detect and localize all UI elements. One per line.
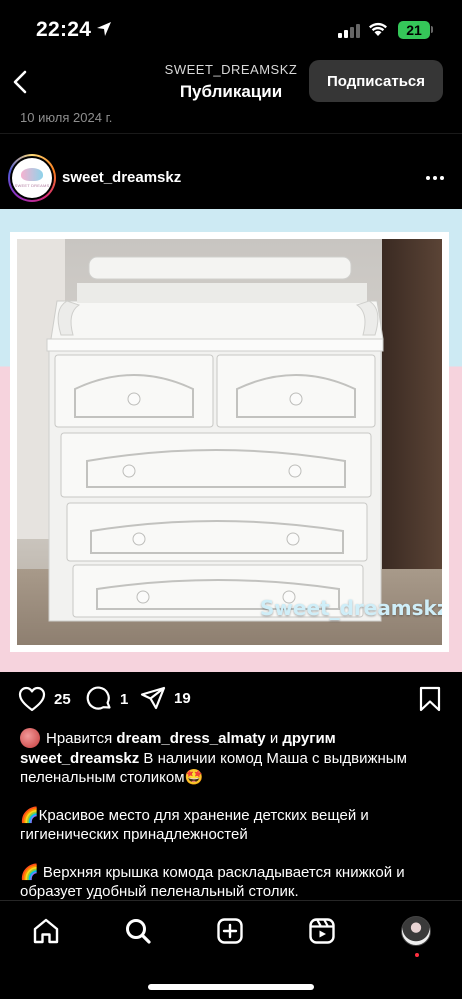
post-header: SWEET DREAMS sweet_dreamskz bbox=[0, 150, 462, 206]
account-name: SWEET_DREAMSKZ bbox=[164, 62, 298, 77]
wifi-icon bbox=[369, 22, 387, 36]
photo-frame: Sweet_dreamskz bbox=[10, 232, 449, 652]
save-button[interactable] bbox=[418, 686, 442, 717]
dresser-illustration bbox=[46, 256, 384, 622]
tab-reels[interactable] bbox=[304, 913, 340, 949]
back-button[interactable] bbox=[6, 64, 34, 100]
unicorn-logo-icon bbox=[21, 168, 43, 181]
more-options-button[interactable] bbox=[420, 168, 450, 188]
post-username[interactable]: sweet_dreamskz bbox=[62, 169, 181, 186]
chevron-left-icon bbox=[13, 70, 27, 94]
notification-dot bbox=[415, 953, 419, 957]
previous-post-date: 10 июля 2024 г. bbox=[20, 110, 113, 125]
page-title: Публикации bbox=[179, 82, 283, 101]
likes-count: 25 bbox=[54, 690, 71, 708]
brand-logo: SWEET DREAMS bbox=[12, 158, 52, 198]
cellular-signal-icon bbox=[338, 24, 360, 38]
tab-profile[interactable] bbox=[398, 913, 434, 949]
avatar[interactable]: SWEET DREAMS bbox=[8, 154, 56, 202]
tab-home[interactable] bbox=[28, 913, 64, 949]
comment-icon bbox=[86, 686, 111, 710]
liked-user[interactable]: dream_dress_almaty bbox=[116, 729, 265, 748]
home-indicator[interactable] bbox=[148, 984, 314, 990]
status-time: 22:24 bbox=[36, 18, 92, 41]
battery-tip bbox=[431, 26, 433, 33]
dresser-photo: Sweet_dreamskz bbox=[17, 239, 442, 645]
tab-search[interactable] bbox=[120, 913, 156, 949]
liked-others[interactable]: другим bbox=[282, 729, 335, 748]
share-button[interactable]: 19 bbox=[140, 686, 191, 710]
nav-header: SWEET_DREAMSKZ Публикации Подписаться bbox=[0, 58, 462, 106]
more-dots-icon bbox=[426, 176, 430, 180]
create-icon bbox=[217, 918, 243, 944]
liked-connector: и bbox=[269, 729, 279, 747]
location-arrow-icon bbox=[97, 22, 111, 36]
liked-prefix: Нравится bbox=[46, 729, 113, 747]
nav-titles: SWEET_DREAMSKZ Публикации bbox=[130, 62, 332, 102]
post-caption: Нравится dream_dress_almaty и другим swe… bbox=[20, 728, 440, 901]
shares-count: 19 bbox=[174, 689, 191, 707]
profile-avatar bbox=[401, 916, 431, 946]
tab-create[interactable] bbox=[212, 913, 248, 949]
subscribe-button[interactable]: Подписаться bbox=[309, 60, 443, 102]
status-bar: 22:24 21 bbox=[0, 0, 462, 60]
liked-by-avatar bbox=[20, 728, 40, 748]
heart-icon bbox=[18, 686, 46, 712]
caption-paragraph-3: 🌈 Верхняя крышка комода раскладывается к… bbox=[20, 864, 405, 900]
caption-paragraph-1: sweet_dreamskz В наличии комод Маша с вы… bbox=[20, 749, 440, 787]
post-image[interactable]: Sweet_dreamskz bbox=[0, 209, 462, 672]
liked-by[interactable]: Нравится dream_dress_almaty и другим bbox=[20, 728, 440, 748]
reels-icon bbox=[309, 918, 335, 944]
post-actions: 25 1 19 bbox=[0, 682, 462, 720]
caption-author[interactable]: sweet_dreamskz bbox=[20, 750, 139, 767]
comments-count: 1 bbox=[120, 690, 129, 708]
logo-text: SWEET DREAMS bbox=[14, 183, 50, 188]
search-icon bbox=[126, 919, 151, 944]
divider bbox=[0, 133, 462, 134]
image-watermark: Sweet_dreamskz bbox=[260, 596, 442, 620]
home-icon bbox=[33, 918, 59, 944]
bookmark-icon bbox=[419, 686, 441, 712]
caption-paragraph-2: 🌈Красивое место для хранение детских вещ… bbox=[20, 807, 369, 843]
comment-button[interactable]: 1 bbox=[86, 686, 128, 712]
like-button[interactable]: 25 bbox=[18, 686, 71, 712]
send-icon bbox=[140, 686, 166, 710]
battery-indicator: 21 bbox=[398, 21, 430, 39]
